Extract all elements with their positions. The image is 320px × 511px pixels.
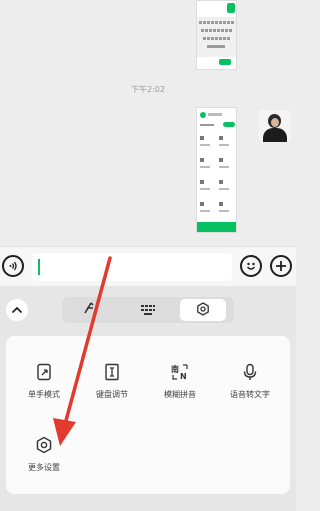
chevron-up-icon[interactable] <box>6 299 28 321</box>
one-hand-mode-label: 单手模式 <box>28 390 60 399</box>
one-hand-mode-button[interactable]: 单手模式 <box>16 358 72 408</box>
keyboard-mode-tabs <box>62 297 234 323</box>
keyboard-icon <box>140 301 156 320</box>
more-settings-button[interactable]: 更多设置 <box>16 431 72 481</box>
keyboard-adjust-icon <box>102 362 122 382</box>
image-message-settings-screenshot[interactable] <box>196 107 237 233</box>
svg-text:N: N <box>180 372 187 381</box>
chat-area: 下午2:02 <box>0 0 296 246</box>
settings-icon <box>34 435 54 455</box>
settings-panel: 单手模式 键盘调节 南N 模糊拼音 语音转文字 更多设置 <box>6 336 290 494</box>
svg-text:南: 南 <box>171 364 179 374</box>
tab-settings[interactable] <box>180 299 226 321</box>
one-hand-icon <box>34 362 54 382</box>
avatar[interactable] <box>259 110 291 142</box>
message-input[interactable] <box>32 253 232 281</box>
voice-icon[interactable] <box>2 255 24 277</box>
tab-handwriting[interactable] <box>66 299 112 321</box>
message-input-bar <box>0 246 296 286</box>
image-message-keyboard-screenshot[interactable] <box>196 0 237 70</box>
fuzzy-pinyin-icon: 南N <box>170 362 190 382</box>
settings-icon <box>196 301 210 320</box>
plus-icon[interactable] <box>270 255 292 277</box>
keyboard-adjust-label: 键盘调节 <box>96 390 128 399</box>
keyboard-area: 单手模式 键盘调节 南N 模糊拼音 语音转文字 更多设置 <box>0 286 296 511</box>
handwriting-icon <box>81 300 97 320</box>
fuzzy-pinyin-button[interactable]: 南N 模糊拼音 <box>152 358 208 408</box>
voice-to-text-button[interactable]: 语音转文字 <box>220 358 280 408</box>
text-caret <box>38 259 40 275</box>
keyboard-adjust-button[interactable]: 键盘调节 <box>84 358 140 408</box>
voice-to-text-icon <box>240 362 260 382</box>
emoji-icon[interactable] <box>240 255 262 277</box>
voice-to-text-label: 语音转文字 <box>230 390 270 399</box>
fuzzy-pinyin-label: 模糊拼音 <box>164 390 196 399</box>
tab-keyboard[interactable] <box>125 299 171 321</box>
message-timestamp: 下午2:02 <box>131 85 165 94</box>
more-settings-label: 更多设置 <box>28 463 60 472</box>
